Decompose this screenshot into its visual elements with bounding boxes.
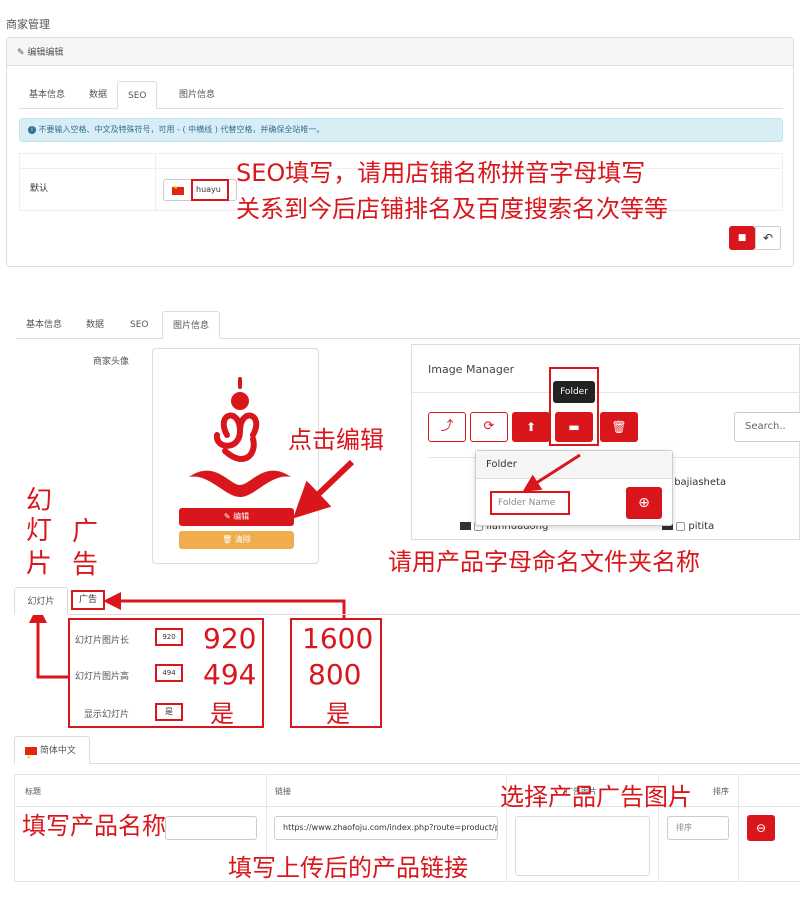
annotation-slide-show: 是: [210, 700, 234, 728]
column-title: 标题: [25, 787, 41, 796]
tab-lang-label: 简体中文: [39, 746, 76, 756]
field-label-slide-height: 幻灯片图片高: [75, 672, 130, 682]
field-label-slide-width: 幻灯片图片长: [75, 636, 130, 646]
minus-circle-icon: ⊖: [755, 821, 767, 835]
ad-image-picker[interactable]: [515, 816, 650, 876]
tab-ad-label: 广告: [78, 595, 97, 605]
slider-tabs: 幻灯片: [14, 587, 800, 615]
tab-ad[interactable]: 广告: [71, 590, 105, 610]
china-flag-icon-2: [25, 744, 37, 772]
slide-link-value: https://www.zhaofoju.com/index.php?route…: [283, 823, 498, 832]
annotation-slideshow-char-2: 灯: [26, 516, 53, 546]
sort-placeholder: 排序: [676, 823, 692, 832]
annotation-ad-height: 800: [308, 658, 362, 691]
slide-link-input[interactable]: https://www.zhaofoju.com/index.php?route…: [274, 816, 498, 840]
annotation-slide-height: 494: [203, 658, 257, 691]
slide-title-input[interactable]: [165, 816, 257, 840]
slide-height-input[interactable]: 494: [155, 664, 183, 682]
annotation-slide-width: 920: [203, 622, 257, 655]
annotation-choose-ad-image: 选择产品广告图片: [500, 783, 692, 811]
tab-lang-zh[interactable]: 简体中文: [14, 736, 90, 772]
annotation-ad-width: 1600: [302, 622, 374, 655]
annotation-arrows: [29, 453, 581, 679]
language-tabs: 简体中文: [14, 736, 800, 772]
annotation-ad-char-1: 广: [72, 517, 99, 547]
annotation-fill-link: 填写上传后的产品链接: [228, 854, 468, 882]
slide-height-value: 494: [162, 669, 176, 677]
slide-width-input[interactable]: 920: [155, 628, 183, 646]
annotation-ad-show: 是: [326, 700, 350, 728]
field-label-show-slides: 显示幻灯片: [84, 710, 130, 720]
column-link: 链接: [275, 787, 291, 796]
tab-slideshow[interactable]: 幻灯片: [14, 587, 68, 615]
slide-width-value: 920: [162, 633, 176, 641]
annotation-slideshow-char-1: 幻: [26, 486, 53, 516]
annotation-ad-char-2: 告: [72, 550, 99, 580]
show-slides-value: 是: [165, 707, 173, 716]
show-slides-select[interactable]: 是: [155, 703, 183, 721]
annotation-slideshow-char-3: 片: [26, 549, 53, 579]
column-sort: 排序: [713, 787, 729, 796]
slide-sort-input[interactable]: 排序: [667, 816, 729, 840]
annotation-fill-product-name: 填写产品名称: [22, 812, 166, 840]
remove-slide-button[interactable]: ⊖: [747, 815, 775, 841]
